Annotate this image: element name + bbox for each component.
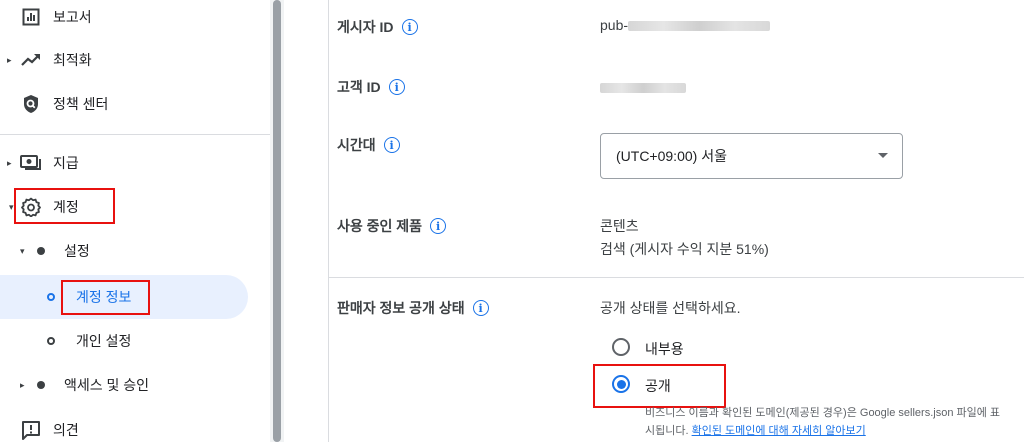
customer-id-value [600, 79, 686, 95]
info-icon[interactable]: i [472, 300, 489, 316]
redacted-value [600, 83, 686, 94]
section-divider [329, 277, 1024, 278]
sidebar-item-account-info[interactable]: 계정 정보 [0, 275, 248, 319]
radio-public[interactable] [612, 375, 630, 393]
sidebar-item-policy-center[interactable]: 정책 센터 [0, 84, 248, 124]
sidebar-item-label: 의견 [53, 422, 79, 438]
feedback-icon [20, 419, 42, 441]
products-line2: 검색 (게시자 수익 지분 51%) [600, 241, 769, 257]
info-icon[interactable]: i [388, 79, 405, 95]
sidebar-item-label: 설정 [64, 243, 90, 259]
sidebar-item-optimization[interactable]: ▸ 최적화 [0, 40, 248, 80]
info-icon[interactable]: i [383, 137, 400, 153]
timezone-select[interactable]: (UTC+09:00) 서울 [600, 133, 903, 179]
sidebar-item-account[interactable]: ▾ 계정 [0, 187, 248, 227]
publisher-id-label: 게시자 ID i [337, 17, 418, 37]
sidebar-item-label: 계정 [53, 199, 79, 215]
content-left-border [328, 0, 329, 442]
sidebar-item-label: 보고서 [53, 9, 92, 25]
bar-chart-icon [20, 6, 42, 28]
customer-id-label: 고객 ID i [337, 77, 405, 97]
sidebar-item-label: 액세스 및 승인 [64, 377, 150, 393]
collapse-caret-icon[interactable]: ▾ [20, 246, 25, 257]
info-icon[interactable]: i [401, 19, 418, 35]
expand-caret-icon[interactable]: ▸ [7, 55, 12, 66]
seller-info-helper-line2: 시됩니다. 확인된 도메인에 대해 자세히 알아보기 [645, 425, 866, 437]
radio-internal-label[interactable]: 내부용 [645, 339, 684, 359]
sidebar-item-label: 지급 [53, 155, 79, 171]
collapse-caret-icon[interactable]: ▾ [9, 202, 14, 213]
sidebar-nav: 보고서 ▸ 최적화 정책 센터 ▸ 지급 ▾ 계정 ▾ 설정 계정 정보 개인 … [0, 0, 270, 442]
sidebar-item-payments[interactable]: ▸ 지급 [0, 143, 248, 183]
bullet-filled-icon [30, 240, 52, 262]
redacted-value [628, 21, 771, 32]
radio-public-label[interactable]: 공개 [645, 376, 671, 396]
bullet-ring-icon [40, 330, 62, 352]
sidebar-item-settings[interactable]: ▾ 설정 [0, 231, 248, 271]
sidebar-item-access-approval[interactable]: ▸ 액세스 및 승인 [0, 365, 248, 405]
learn-more-link[interactable]: 확인된 도메인에 대해 자세히 알아보기 [692, 425, 866, 437]
expand-caret-icon[interactable]: ▸ [7, 158, 12, 169]
gear-icon [20, 196, 42, 218]
bullet-filled-icon [30, 374, 52, 396]
sidebar-scrollbar-thumb[interactable] [273, 0, 281, 442]
timezone-label: 시간대 i [337, 135, 400, 155]
trending-up-icon [20, 49, 42, 71]
dropdown-arrow-icon [878, 153, 888, 158]
policy-shield-icon [20, 93, 42, 115]
expand-caret-icon[interactable]: ▸ [20, 380, 25, 391]
sidebar-item-label: 계정 정보 [76, 289, 132, 305]
payments-icon [20, 152, 42, 174]
sidebar-item-personal-settings[interactable]: 개인 설정 [0, 321, 248, 361]
seller-info-prompt: 공개 상태를 선택하세요. [600, 300, 741, 316]
sidebar-item-feedback[interactable]: 의견 [0, 410, 248, 442]
sidebar-item-label: 개인 설정 [76, 333, 132, 349]
products-label: 사용 중인 제품 i [337, 216, 447, 236]
sidebar-item-reports[interactable]: 보고서 [0, 0, 248, 37]
info-icon[interactable]: i [430, 218, 447, 234]
seller-info-helper-line1: 비즈니스 이름과 확인된 도메인(제공된 경우)은 Google sellers… [645, 407, 1001, 419]
publisher-id-value: pub- [600, 17, 771, 33]
radio-internal[interactable] [612, 338, 630, 356]
products-line1: 콘텐츠 [600, 218, 639, 234]
sidebar-divider [0, 134, 270, 135]
sidebar-item-label: 최적화 [53, 52, 92, 68]
bullet-ring-icon [40, 286, 62, 308]
seller-info-label: 판매자 정보 공개 상태 i [337, 298, 489, 318]
sidebar-item-label: 정책 센터 [53, 96, 109, 112]
